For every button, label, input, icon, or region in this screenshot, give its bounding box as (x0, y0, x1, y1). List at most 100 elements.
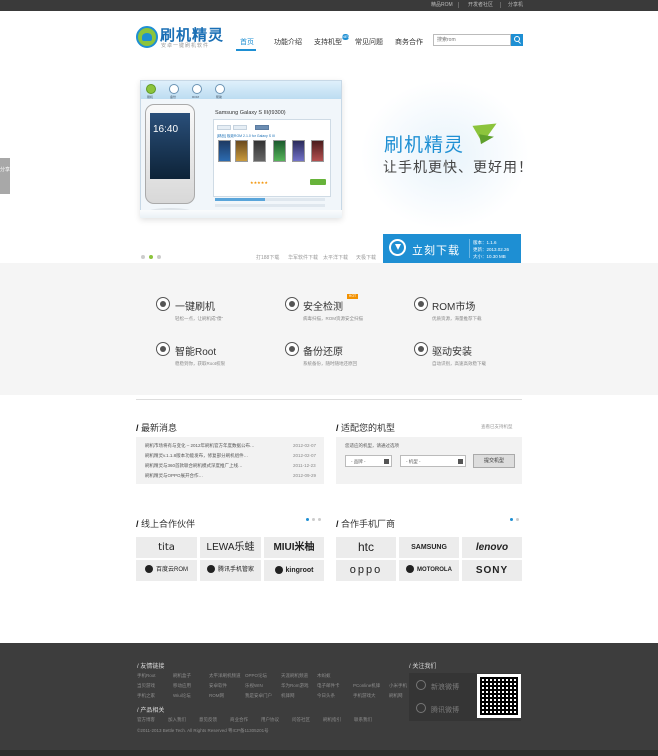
app-rom-title: [精品] 极致ROM 2.1.0 for Galaxy S III (217, 134, 275, 138)
product-link[interactable]: 官方博客 (137, 717, 155, 723)
footer-link[interactable]: 木蚂蚁 (317, 673, 331, 679)
rom-thumbnail (311, 140, 324, 162)
follow-tencent-weibo[interactable]: 腾讯微博 (431, 705, 459, 715)
maker-logo-sony[interactable]: SONY (462, 560, 522, 581)
makers-heading: / 合作手机厂商 (336, 519, 396, 529)
nav-active-indicator (236, 49, 256, 51)
pager-dot-active[interactable] (510, 518, 513, 521)
follow-weibo[interactable]: 新浪微博 (431, 682, 459, 692)
product-link[interactable]: 商业合作 (230, 717, 248, 723)
pager-dot[interactable] (318, 518, 321, 521)
top-link-dev[interactable]: 开发者社区 (468, 1, 493, 8)
footer-link[interactable]: 华为Rom游戏 (281, 683, 309, 689)
slogan-subtitle: 让手机更快、更好用！ (383, 159, 533, 175)
search-input[interactable] (433, 34, 511, 46)
divider (469, 239, 470, 258)
logo-icon[interactable] (136, 26, 158, 48)
new-badge: NEW (342, 34, 352, 40)
brand-select[interactable]: - 品牌 - (345, 455, 392, 467)
footer-link[interactable]: 刷机网 (389, 693, 403, 699)
feature-title[interactable]: 备份还原 (303, 343, 343, 358)
maker-logo-lenovo[interactable]: lenovo (462, 537, 522, 558)
nav-home[interactable]: 首页 (240, 37, 254, 47)
footer-link[interactable]: PConline机锋 (353, 683, 380, 689)
store-link[interactable]: 太平洋下载 (323, 254, 348, 261)
footer-link[interactable]: 今日头条 (317, 693, 335, 699)
top-link-share[interactable]: 分享机 (508, 1, 523, 8)
product-link[interactable]: 意见反馈 (199, 717, 217, 723)
product-link[interactable]: 加入我们 (168, 717, 186, 723)
submit-model-button[interactable]: 提交机型 (473, 454, 515, 468)
footer-link[interactable]: 手机Root (137, 673, 156, 679)
footer-link[interactable]: 手机游戏大 (353, 693, 376, 699)
carousel-dot[interactable] (157, 255, 161, 259)
news-item[interactable]: 刷机市场将有与变化 – 2012年刷机官方年度数据公布… (145, 443, 255, 449)
footer-link[interactable]: OPPO论坛 (245, 673, 267, 679)
nav-features[interactable]: 功能介绍 (274, 37, 302, 47)
app-device-model: Samsung Galaxy S III(I9300) (215, 110, 286, 116)
phone-screen (150, 113, 190, 179)
footer-link[interactable]: ROM网 (209, 693, 224, 699)
footer-link[interactable]: 手机之家 (137, 693, 155, 699)
feature-title[interactable]: 智能Root (175, 343, 216, 358)
pager-dot[interactable] (516, 518, 519, 521)
footer-link[interactable]: 安卓软件 (209, 683, 227, 689)
pager-dot-active[interactable] (306, 518, 309, 521)
partner-logo-lewa[interactable]: LEWA乐蛙 (200, 537, 261, 558)
footer-link[interactable]: Wiui论坛 (173, 693, 191, 699)
footer-link[interactable]: 电子邮件卡 (317, 683, 340, 689)
maker-logo-htc[interactable]: htc (336, 537, 396, 558)
product-link[interactable]: 问答社区 (292, 717, 310, 723)
maker-logo-oppo[interactable]: oppo (336, 560, 396, 581)
app-tab-label: 刷机 (147, 95, 154, 99)
feature-title[interactable]: 安全检测 (303, 298, 343, 313)
supported-models-link[interactable]: 查看已支持机型 (481, 424, 513, 430)
carousel-dot-active[interactable] (149, 255, 153, 259)
footer-link[interactable]: 乐视WIN (245, 683, 263, 689)
pager-dot[interactable] (312, 518, 315, 521)
nav-faq[interactable]: 常见问题 (355, 37, 383, 47)
nav-business[interactable]: 商务合作 (395, 37, 423, 47)
store-link[interactable]: 天极下载 (356, 254, 376, 261)
footer-link[interactable]: 机锋网 (281, 693, 295, 699)
news-item[interactable]: 刷机精灵与OPPO展开合作… (145, 473, 203, 479)
partner-logo-miui[interactable]: MIUI米柚 (264, 537, 324, 558)
product-link[interactable]: 用户协议 (261, 717, 279, 723)
store-link[interactable]: 打188下载 (256, 254, 279, 261)
carousel-dot[interactable] (141, 255, 145, 259)
footer-link[interactable]: 我是安卓门户 (245, 693, 272, 699)
side-share-tab[interactable]: 分享 (0, 158, 10, 194)
shield-icon (285, 297, 299, 311)
partner-logo-tencent[interactable]: 腾讯手机管家 (200, 560, 261, 581)
news-item[interactable]: 刷机精灵与360首款联合刷机模式深度推广上线… (145, 463, 243, 469)
footer-link[interactable]: 小米手机 (389, 683, 407, 689)
maker-logo-samsung[interactable]: SAMSUNG (399, 537, 459, 558)
model-select[interactable]: - 机型 - (400, 455, 466, 467)
top-link-rom[interactable]: 精品ROM (431, 1, 453, 8)
footer-link[interactable]: 天涯刷机频道 (281, 673, 308, 679)
search-icon[interactable] (511, 34, 523, 46)
partner-logo-tita[interactable]: tita (136, 537, 197, 558)
store-link[interactable]: 华军软件下载 (288, 254, 318, 261)
news-item[interactable]: 刷机精灵v.1.1.8版本功能发布，修复部分刷机组件… (145, 453, 248, 459)
feature-title[interactable]: ROM市场 (432, 298, 475, 313)
rom-thumbnail (292, 140, 305, 162)
footer-link[interactable]: 刷机盒子 (173, 673, 191, 679)
feature-title[interactable]: 一键刷机 (175, 298, 215, 313)
product-link[interactable]: 联系我们 (354, 717, 372, 723)
download-button[interactable]: 立刻下载 版本：1.1.6 更新：2013.02.26 大小：10.30 MB (383, 234, 521, 263)
partner-logo-baidu[interactable]: 百度云ROM (136, 560, 197, 581)
footer-link[interactable]: 移动应用 (173, 683, 191, 689)
nav-models[interactable]: 支持机型 (314, 37, 342, 47)
footer-link[interactable]: 当贝游戏 (137, 683, 155, 689)
footer-link[interactable]: 太平洋刷机频道 (209, 673, 241, 679)
app-download-button (310, 179, 326, 185)
product-link[interactable]: 刷机指引 (323, 717, 341, 723)
maker-logo-motorola[interactable]: MOTOROLA (399, 560, 459, 581)
makers-heading-text: 合作手机厂商 (341, 519, 396, 529)
feature-desc: 轻松一点，让刷机成“傻” (175, 316, 223, 321)
feature-title[interactable]: 驱动安装 (432, 343, 472, 358)
app-tab-flash-icon (146, 84, 156, 94)
app-tab-label: 备份 (170, 95, 177, 99)
partner-logo-kingroot[interactable]: kingroot (264, 560, 324, 581)
